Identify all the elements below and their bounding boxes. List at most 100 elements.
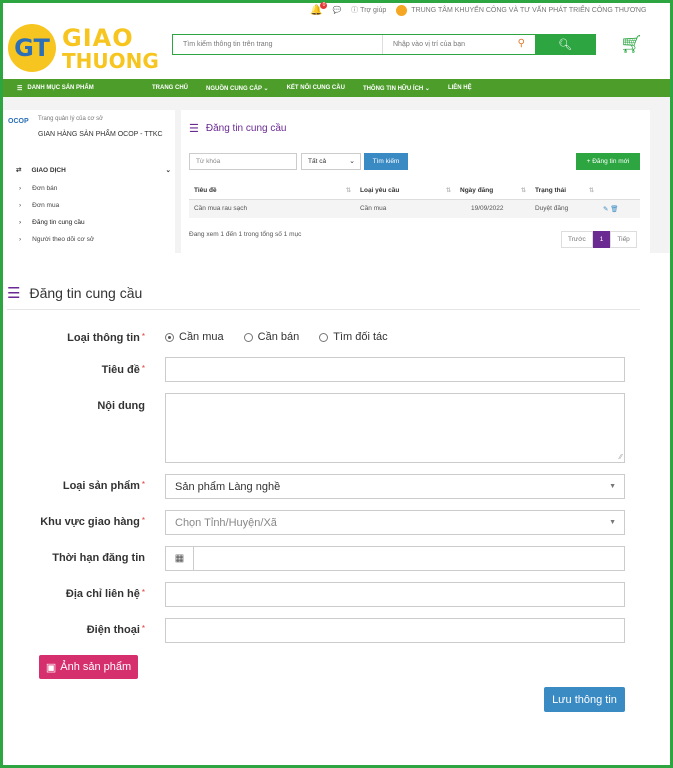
category-label: DANH MỤC SẢN PHẨM [27, 85, 94, 91]
nav-item-info[interactable]: THÔNG TIN HỮU ÍCH ⌄ [354, 85, 439, 92]
chat-icon[interactable]: 💬 [332, 6, 341, 14]
top-bar: 🔔 0 💬 ⓘ Trợ giúp TRUNG TÂM KHUYẾN CÔNG VÀ … [310, 1, 653, 18]
column-label: Ngày đăng [460, 186, 494, 194]
radio-sell[interactable]: Cần bán [243, 331, 299, 343]
button-label: Ảnh sản phẩm [60, 661, 132, 673]
chevron-right-icon: › [19, 236, 22, 243]
location-pin-icon[interactable]: ⚲ [518, 38, 525, 49]
column-label: Tiêu đề [194, 186, 217, 194]
sort-icon: ⇅ [520, 188, 526, 194]
column-header-status[interactable]: Trạng thái ⇅ [530, 182, 598, 200]
sidebar-item-followers[interactable]: › Người theo dõi cơ sở [19, 236, 94, 243]
radio-label: Tìm đối tác [333, 331, 388, 343]
required-mark: * [141, 516, 145, 525]
listing-card: ☰ Đăng tin cung cầu Từ khóa Tất cả ⌄ Tìm k… [181, 110, 650, 253]
required-mark: * [141, 624, 145, 633]
logo-mark: GT [8, 24, 56, 72]
table-info: Đang xem 1 đến 1 trong tổng số 1 mục [189, 231, 302, 238]
form-title: ☰ Đăng tin cung cầu [7, 284, 142, 302]
category-menu[interactable]: ☰ DANH MỤC SẢN PHẨM [3, 85, 143, 92]
resize-handle-icon[interactable]: ⁄⁄ [620, 454, 622, 461]
nav-item-contact[interactable]: LIÊN HỆ [439, 85, 481, 91]
pagination: Trước 1 Tiếp [561, 231, 637, 248]
account-menu[interactable]: TRUNG TÂM KHUYẾN CÔNG VÀ TƯ VẤN PHÁT TRI… [396, 4, 646, 16]
delete-icon[interactable]: 🗑︎ [610, 206, 618, 213]
logo-word-2: THUONG [62, 49, 159, 73]
save-button[interactable]: Lưu thông tin [544, 687, 625, 712]
sidebar-item-purchases[interactable]: › Đơn mua [19, 202, 59, 209]
status-filter-select[interactable]: Tất cả ⌄ [301, 153, 361, 170]
product-photo-button[interactable]: ▣ Ảnh sản phẩm [39, 655, 138, 679]
list-icon: ☰ [7, 285, 21, 302]
sidebar-item-label: Người theo dõi cơ sở [32, 236, 95, 243]
sidebar-item-label: Đăng tin cung cầu [32, 219, 85, 226]
column-header-title[interactable]: Tiêu đề ⇅ [189, 182, 355, 200]
required-mark: * [141, 364, 145, 373]
sidebar-item-label: Đơn mua [32, 202, 60, 209]
selected-value: Sản phẩm Làng nghề [175, 480, 281, 493]
calendar-icon[interactable]: ▦ [166, 547, 194, 570]
chevron-down-icon: ▼ [609, 483, 616, 490]
notification-count: 0 [320, 1, 328, 9]
nav-item-connect[interactable]: KẾT NỐI CUNG CẦU [278, 85, 354, 91]
cell-type: Cần mua [355, 199, 455, 218]
sidebar-section-transactions[interactable]: ⇄ GIAO DỊCH ⌄ [16, 166, 171, 175]
next-page-button[interactable]: Tiếp [610, 231, 637, 248]
prev-page-button[interactable]: Trước [561, 231, 593, 248]
chevron-down-icon: ⌄ [349, 158, 355, 165]
area-select[interactable]: Chọn Tỉnh/Huyện/Xã ▼ [165, 510, 625, 535]
edit-icon[interactable]: ✎ [603, 206, 608, 213]
search-icon: 🔍︎ [558, 39, 572, 51]
help-icon: ⓘ [351, 7, 359, 14]
column-header-type[interactable]: Loại yêu cầu ⇅ [355, 182, 455, 200]
listing-title-text: Đăng tin cung cầu [205, 123, 287, 134]
sidebar-item-supply-demand[interactable]: › Đăng tin cung cầu [19, 219, 85, 226]
avatar [396, 4, 408, 16]
keyword-filter-input[interactable]: Từ khóa [189, 153, 297, 170]
page-1-button[interactable]: 1 [592, 231, 611, 248]
filter-search-button[interactable]: Tìm kiếm [364, 153, 408, 170]
radio-partner[interactable]: Tìm đối tác [319, 331, 388, 343]
area-placeholder: Chọn Tỉnh/Huyện/Xã [175, 516, 277, 529]
address-input[interactable] [165, 582, 625, 607]
filter-value: Tất cả [308, 158, 327, 165]
content-textarea[interactable]: ⁄⁄ [165, 393, 625, 463]
duration-date-input[interactable]: ▦ [165, 546, 625, 571]
listing-title: ☰ Đăng tin cung cầu [189, 122, 287, 135]
keyword-search-input[interactable]: Tìm kiếm thông tin trên trang [173, 35, 383, 54]
sidebar-item-sales[interactable]: › Đơn bán [19, 185, 57, 192]
title-input[interactable] [165, 357, 625, 382]
column-header-date[interactable]: Ngày đăng ⇅ [455, 182, 530, 200]
bell-icon[interactable]: 🔔 0 [310, 1, 328, 16]
radio-buy[interactable]: Cần mua [165, 331, 224, 343]
radio-circle [243, 332, 253, 342]
column-header-actions [598, 182, 640, 200]
shop-subtitle: Trang quản lý của cơ sở [38, 116, 104, 122]
location-input[interactable]: Nhập vào vị trí của bạn ⚲ [383, 35, 535, 54]
cart-icon[interactable]: 🛒︎ [620, 34, 643, 55]
shop-name: GIAN HÀNG SẢN PHẨM OCOP - TTKC [38, 131, 163, 138]
help-link[interactable]: ⓘ Trợ giúp [351, 5, 386, 15]
site-logo[interactable]: GT GIAO THUONG [8, 22, 159, 74]
list-icon: ☰ [189, 123, 199, 135]
area-label: Khu vực giao hàng * [0, 516, 145, 528]
radio-label: Cần mua [179, 331, 224, 343]
required-mark: * [141, 480, 145, 489]
transfer-icon: ⇄ [16, 167, 22, 174]
row-actions: ✎ 🗑︎ [598, 199, 640, 218]
product-type-select[interactable]: Sản phẩm Làng nghề ▼ [165, 474, 625, 499]
cell-date: 19/09/2022 [455, 199, 530, 218]
cell-title: Cần mua rau sạch [189, 199, 355, 218]
nav-item-home[interactable]: TRANG CHỦ [143, 85, 197, 91]
required-mark: * [141, 588, 145, 597]
phone-label: Điện thoại * [0, 624, 145, 636]
new-post-button[interactable]: + Đăng tin mới [576, 153, 640, 170]
info-type-radio-group: Cần mua Cần bán Tìm đối tác [165, 331, 388, 343]
info-type-label: Loại thông tin * [0, 332, 145, 344]
phone-input[interactable] [165, 618, 625, 643]
chevron-right-icon: › [19, 219, 22, 226]
nav-item-supply[interactable]: NGUỒN CUNG CẤP ⌄ [197, 85, 278, 92]
label-text: Loại thông tin [67, 332, 140, 344]
product-type-label: Loại sản phẩm * [0, 480, 145, 492]
search-button[interactable]: 🔍︎ [535, 35, 595, 54]
